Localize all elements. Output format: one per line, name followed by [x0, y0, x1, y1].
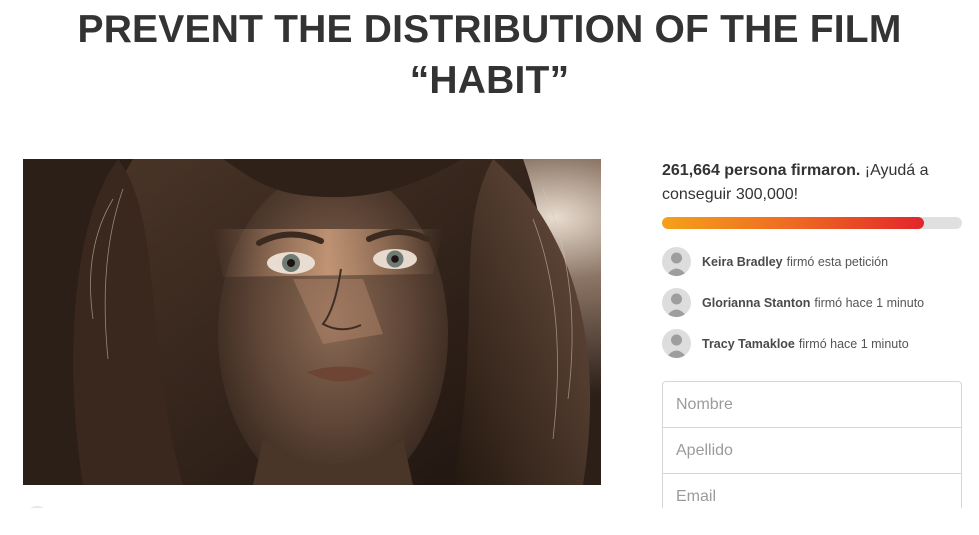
signer-action: firmó hace 1 minuto: [814, 295, 925, 310]
page-bottom-cutoff: [0, 508, 979, 535]
last-name-input[interactable]: [674, 440, 948, 461]
recent-signers-list: Keira Bradley firmó esta petición Gloria…: [662, 241, 962, 364]
recent-signer-item: Glorianna Stanton firmó hace 1 minuto: [662, 282, 962, 323]
signer-action: firmó hace 1 minuto: [798, 336, 909, 351]
petition-title: PREVENT THE DISTRIBUTION OF THE FILM “HA…: [0, 4, 979, 106]
recent-signer-item: Keira Bradley firmó esta petición: [662, 241, 962, 282]
first-name-field-wrapper: [663, 382, 961, 428]
recent-signer-item: Tracy Tamakloe firmó hace 1 minuto: [662, 323, 962, 364]
email-input[interactable]: [674, 486, 948, 507]
signer-name[interactable]: Tracy Tamakloe: [702, 337, 795, 351]
petition-title-line-1: PREVENT THE DISTRIBUTION OF THE FILM: [77, 8, 902, 51]
sign-petition-form: [662, 381, 962, 519]
signature-count-text: 261,664 persona firmaron. ¡Ayudá a conse…: [662, 159, 962, 207]
petition-hero-image: [23, 159, 601, 485]
signer-name[interactable]: Glorianna Stanton: [702, 296, 810, 310]
signature-progress-bar: [662, 217, 962, 229]
signer-action: firmó esta petición: [786, 254, 889, 269]
petition-page: PREVENT THE DISTRIBUTION OF THE FILM “HA…: [0, 0, 979, 535]
last-name-field-wrapper: [663, 428, 961, 474]
first-name-input[interactable]: [674, 394, 948, 415]
signature-panel: 261,664 persona firmaron. ¡Ayudá a conse…: [662, 159, 962, 364]
user-avatar-icon: [662, 329, 691, 358]
petition-title-line-2: “HABIT”: [409, 59, 570, 102]
signer-name[interactable]: Keira Bradley: [702, 255, 783, 269]
user-avatar-icon: [662, 247, 691, 276]
user-avatar-icon: [662, 288, 691, 317]
signature-progress-fill: [662, 217, 924, 229]
signature-count: 261,664 persona firmaron.: [662, 162, 861, 179]
